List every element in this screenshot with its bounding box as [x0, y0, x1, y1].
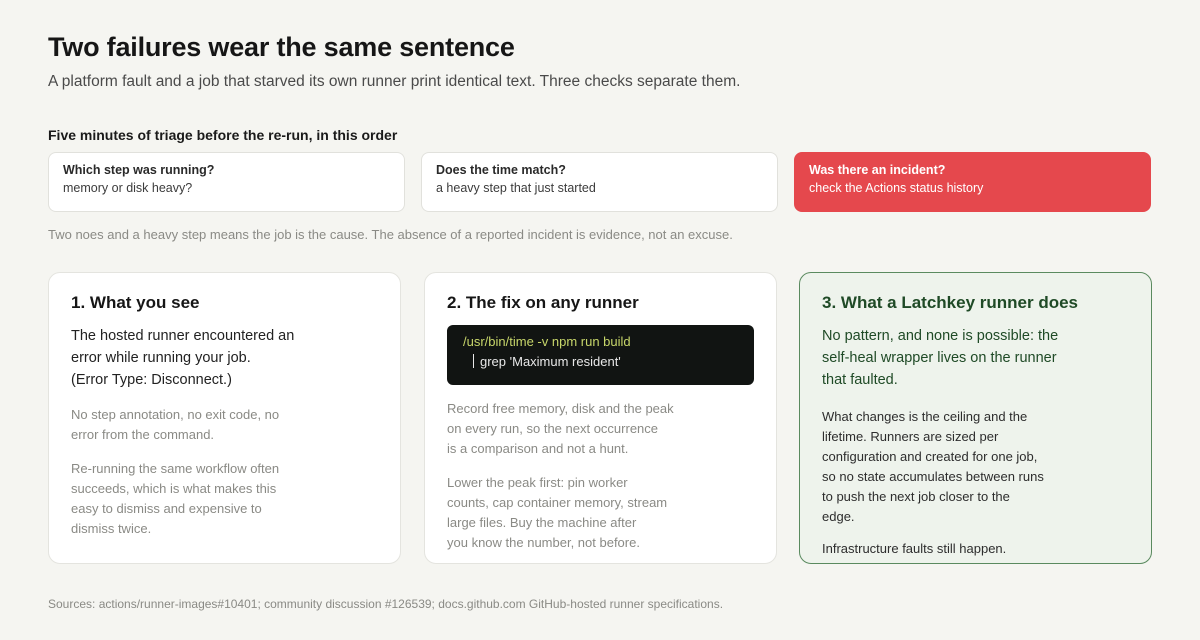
paragraph-line: What changes is the ceiling and the: [822, 409, 1028, 424]
paragraph-line: No step annotation, no exit code, no: [71, 407, 280, 422]
lead-line: error while running your job.: [71, 350, 251, 366]
paragraph-line: you know the number, not before.: [447, 535, 640, 550]
check-step-running: Which step was running? memory or disk h…: [48, 152, 405, 212]
paragraph-line: configuration and created for one job,: [822, 449, 1038, 464]
triage-heading: Five minutes of triage before the re-run…: [48, 127, 398, 143]
card-lead: No pattern, and none is possible: the se…: [822, 325, 1129, 391]
paragraph-line: so no state accumulates between runs: [822, 469, 1044, 484]
paragraph-line: is a comparison and not a hunt.: [447, 441, 629, 456]
page: Two failures wear the same sentence A pl…: [0, 0, 1200, 640]
check-answer: a heavy step that just started: [436, 181, 596, 195]
card-paragraph: No step annotation, no exit code, no err…: [71, 405, 378, 445]
code-line: /usr/bin/time -v npm run build: [463, 334, 631, 349]
paragraph-line: easy to dismiss and expensive to: [71, 501, 262, 516]
code-line: grep 'Maximum resident': [480, 354, 621, 369]
lead-line: The hosted runner encountered an: [71, 328, 295, 344]
pipe-icon: [473, 354, 474, 368]
card-paragraph: Lower the peak first: pin worker counts,…: [447, 473, 754, 553]
paragraph-line: Record free memory, disk and the peak: [447, 401, 674, 416]
check-answer: memory or disk heavy?: [63, 181, 193, 195]
paragraph-line: Re-running the same workflow often: [71, 461, 280, 476]
triage-note: Two noes and a heavy step means the job …: [48, 227, 733, 242]
lead-line: (Error Type: Disconnect.): [71, 372, 232, 388]
lead-line: No pattern, and none is possible: the: [822, 328, 1059, 344]
card-paragraph: Record free memory, disk and the peak on…: [447, 399, 754, 459]
lead-line: that faulted.: [822, 372, 898, 388]
card-title: 3. What a Latchkey runner does: [822, 293, 1079, 312]
card-what-you-see: 1. What you see The hosted runner encoun…: [48, 272, 401, 564]
paragraph-line: lifetime. Runners are sized per: [822, 429, 999, 444]
paragraph-line: succeeds, which is what makes this: [71, 481, 277, 496]
sources-footnote: Sources: actions/runner-images#10401; co…: [48, 597, 724, 611]
card-title: 2. The fix on any runner: [447, 293, 639, 312]
paragraph-line: large files. Buy the machine after: [447, 515, 637, 530]
card-paragraph: What changes is the ceiling and the life…: [822, 407, 1129, 527]
lead-line: self-heal wrapper lives on the runner: [822, 350, 1057, 366]
paragraph-line: Lower the peak first: pin worker: [447, 475, 628, 490]
card-the-fix: 2. The fix on any runner /usr/bin/time -…: [424, 272, 777, 564]
check-question: Was there an incident?: [809, 163, 946, 177]
paragraph-line: to push the next job closer to the: [822, 489, 1010, 504]
card-latchkey-runner: 3. What a Latchkey runner does No patter…: [799, 272, 1152, 564]
card-lead: The hosted runner encountered an error w…: [71, 325, 378, 391]
paragraph-line: dismiss twice.: [71, 521, 152, 536]
paragraph-line: Infrastructure faults still happen.: [822, 541, 1007, 556]
paragraph-line: counts, cap container memory, stream: [447, 495, 668, 510]
card-paragraph: Re-running the same workflow often succe…: [71, 459, 378, 539]
check-time-match: Does the time match? a heavy step that j…: [421, 152, 778, 212]
page-subtitle: A platform fault and a job that starved …: [48, 73, 741, 90]
code-line-pipe: grep 'Maximum resident': [463, 352, 738, 372]
page-title: Two failures wear the same sentence: [48, 32, 515, 62]
paragraph-line: edge.: [822, 509, 855, 524]
paragraph-line: on every run, so the next occurrence: [447, 421, 659, 436]
card-paragraph: Infrastructure faults still happen.: [822, 539, 1129, 559]
check-question: Does the time match?: [436, 163, 566, 177]
code-block[interactable]: /usr/bin/time -v npm run build grep 'Max…: [447, 325, 754, 385]
check-question: Which step was running?: [63, 163, 215, 177]
paragraph-line: error from the command.: [71, 427, 215, 442]
check-incident: Was there an incident? check the Actions…: [794, 152, 1151, 212]
check-answer: check the Actions status history: [809, 181, 984, 195]
card-title: 1. What you see: [71, 293, 200, 312]
